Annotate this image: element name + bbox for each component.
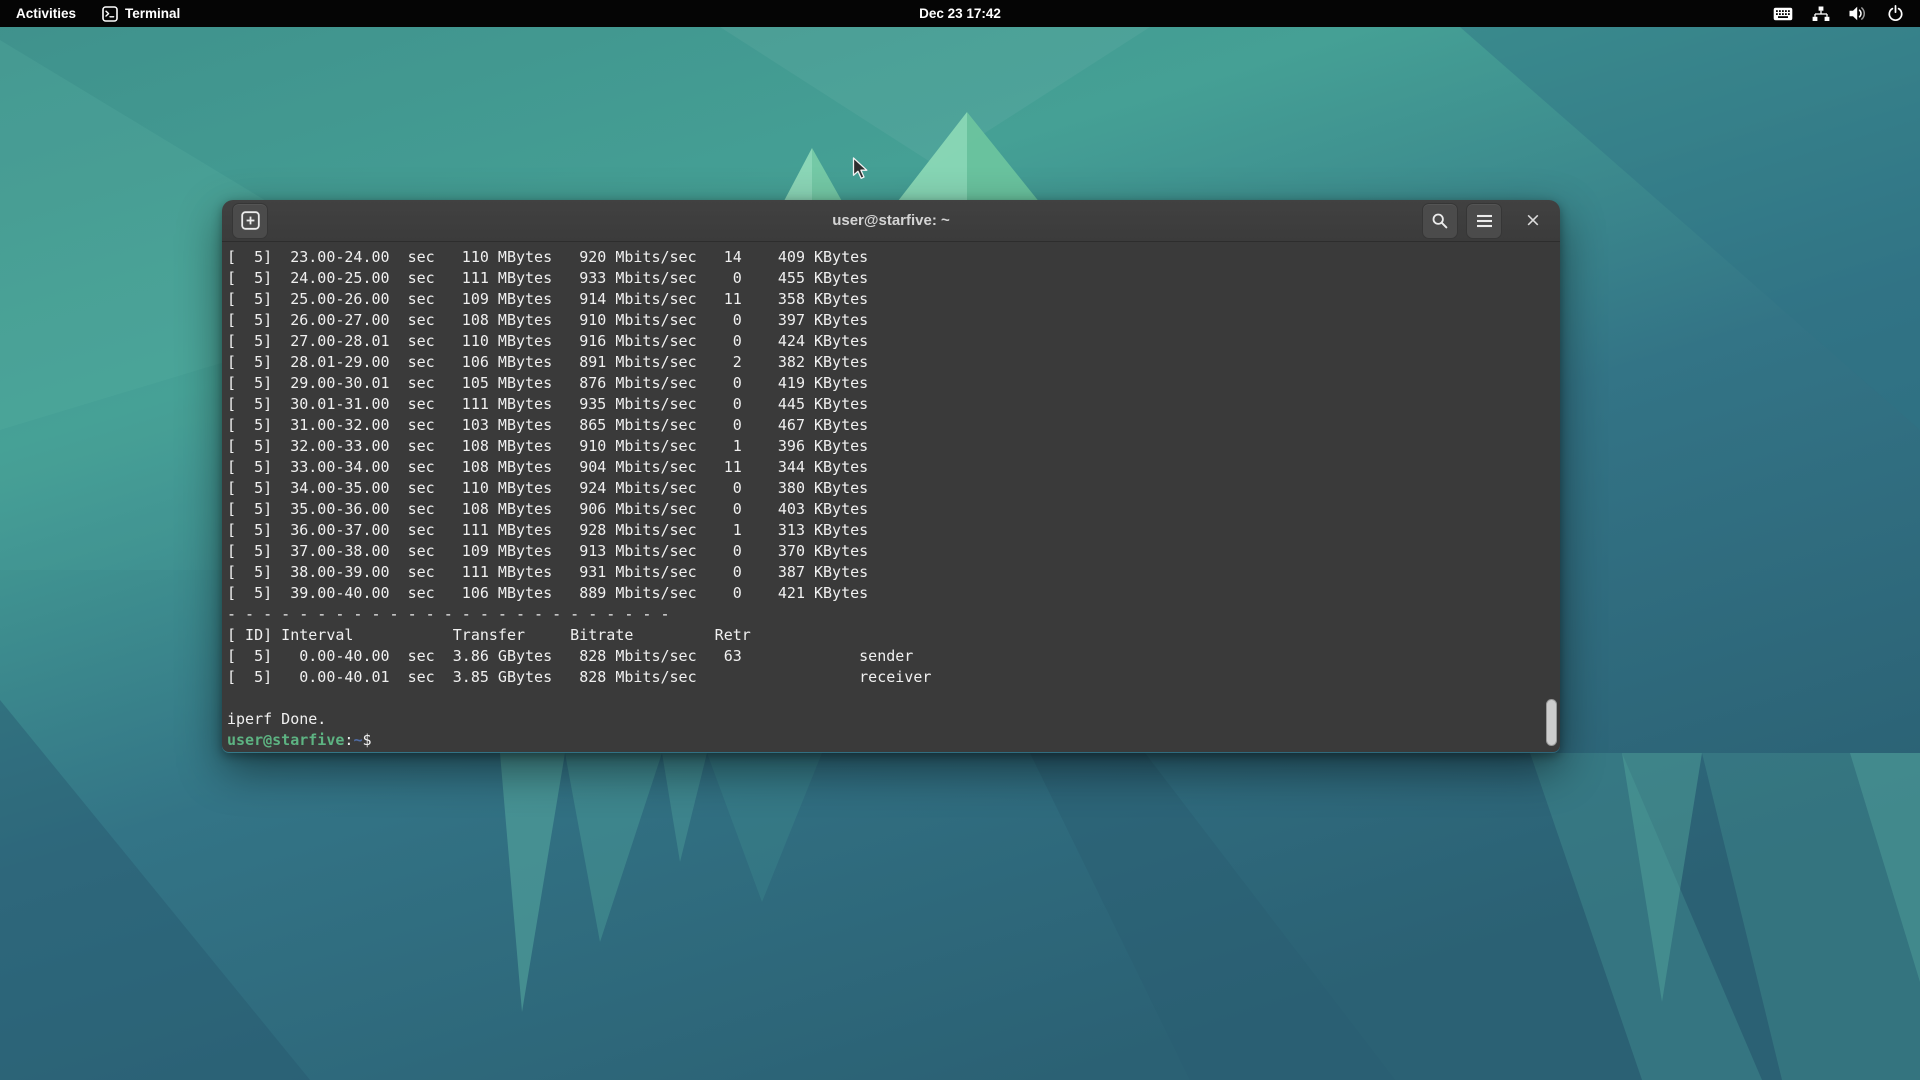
power-icon[interactable] xyxy=(1887,5,1904,22)
menu-button[interactable] xyxy=(1466,203,1502,239)
system-status-area[interactable] xyxy=(1773,0,1920,27)
keyboard-icon[interactable] xyxy=(1773,7,1793,21)
terminal-line: [ 5] 24.00-25.00 sec 111 MBytes 933 Mbit… xyxy=(227,268,1560,289)
terminal-line: [ 5] 28.01-29.00 sec 106 MBytes 891 Mbit… xyxy=(227,352,1560,373)
terminal-output[interactable]: [ 5] 23.00-24.00 sec 110 MBytes 920 Mbit… xyxy=(222,242,1560,752)
terminal-line: [ 5] 23.00-24.00 sec 110 MBytes 920 Mbit… xyxy=(227,247,1560,268)
terminal-window: user@starfive: ~ × xyxy=(222,200,1560,753)
prompt-user-host: user@starfive xyxy=(227,731,344,749)
terminal-line: [ 5] 33.00-34.00 sec 108 MBytes 904 Mbit… xyxy=(227,457,1560,478)
terminal-line: [ 5] 25.00-26.00 sec 109 MBytes 914 Mbit… xyxy=(227,289,1560,310)
search-button[interactable] xyxy=(1422,203,1458,239)
desktop: Activities Terminal Dec 23 17:42 xyxy=(0,0,1920,1080)
clock[interactable]: Dec 23 17:42 xyxy=(0,6,1920,21)
terminal-line: [ 5] 36.00-37.00 sec 111 MBytes 928 Mbit… xyxy=(227,520,1560,541)
focused-app-indicator[interactable]: Terminal xyxy=(90,0,192,27)
terminal-app-icon xyxy=(102,6,118,22)
terminal-line xyxy=(227,688,1560,709)
terminal-line: [ ID] Interval Transfer Bitrate Retr xyxy=(227,625,1560,646)
terminal-line: [ 5] 26.00-27.00 sec 108 MBytes 910 Mbit… xyxy=(227,310,1560,331)
focused-app-label: Terminal xyxy=(125,6,180,21)
terminal-line: iperf Done. xyxy=(227,709,1560,730)
window-headerbar[interactable]: user@starfive: ~ × xyxy=(222,200,1560,242)
hamburger-menu-icon xyxy=(1476,214,1493,228)
new-tab-icon xyxy=(241,211,260,230)
terminal-line: [ 5] 38.00-39.00 sec 111 MBytes 931 Mbit… xyxy=(227,562,1560,583)
window-title: user@starfive: ~ xyxy=(222,212,1560,229)
terminal-text: [ 5] 23.00-24.00 sec 110 MBytes 920 Mbit… xyxy=(227,247,1560,751)
terminal-line: [ 5] 37.00-38.00 sec 109 MBytes 913 Mbit… xyxy=(227,541,1560,562)
terminal-line: [ 5] 32.00-33.00 sec 108 MBytes 910 Mbit… xyxy=(227,436,1560,457)
volume-icon[interactable] xyxy=(1849,6,1868,21)
terminal-line: - - - - - - - - - - - - - - - - - - - - … xyxy=(227,604,1560,625)
top-bar: Activities Terminal Dec 23 17:42 xyxy=(0,0,1920,27)
shell-prompt[interactable]: user@starfive:~$ xyxy=(227,730,1560,751)
close-window-button[interactable]: × xyxy=(1516,203,1550,239)
search-icon xyxy=(1431,212,1449,230)
terminal-line: [ 5] 27.00-28.01 sec 110 MBytes 916 Mbit… xyxy=(227,331,1560,352)
terminal-line: [ 5] 0.00-40.01 sec 3.85 GBytes 828 Mbit… xyxy=(227,667,1560,688)
terminal-line: [ 5] 29.00-30.01 sec 105 MBytes 876 Mbit… xyxy=(227,373,1560,394)
new-tab-button[interactable] xyxy=(232,203,268,239)
terminal-line: [ 5] 35.00-36.00 sec 108 MBytes 906 Mbit… xyxy=(227,499,1560,520)
close-icon: × xyxy=(1525,211,1541,230)
terminal-line: [ 5] 34.00-35.00 sec 110 MBytes 924 Mbit… xyxy=(227,478,1560,499)
scrollbar-thumb[interactable] xyxy=(1546,699,1557,746)
activities-button[interactable]: Activities xyxy=(0,0,90,27)
terminal-line: [ 5] 31.00-32.00 sec 103 MBytes 865 Mbit… xyxy=(227,415,1560,436)
prompt-dollar: $ xyxy=(362,731,380,749)
terminal-line: [ 5] 39.00-40.00 sec 106 MBytes 889 Mbit… xyxy=(227,583,1560,604)
terminal-line: [ 5] 30.01-31.00 sec 111 MBytes 935 Mbit… xyxy=(227,394,1560,415)
wired-network-icon[interactable] xyxy=(1812,6,1830,22)
terminal-line: [ 5] 0.00-40.00 sec 3.86 GBytes 828 Mbit… xyxy=(227,646,1560,667)
